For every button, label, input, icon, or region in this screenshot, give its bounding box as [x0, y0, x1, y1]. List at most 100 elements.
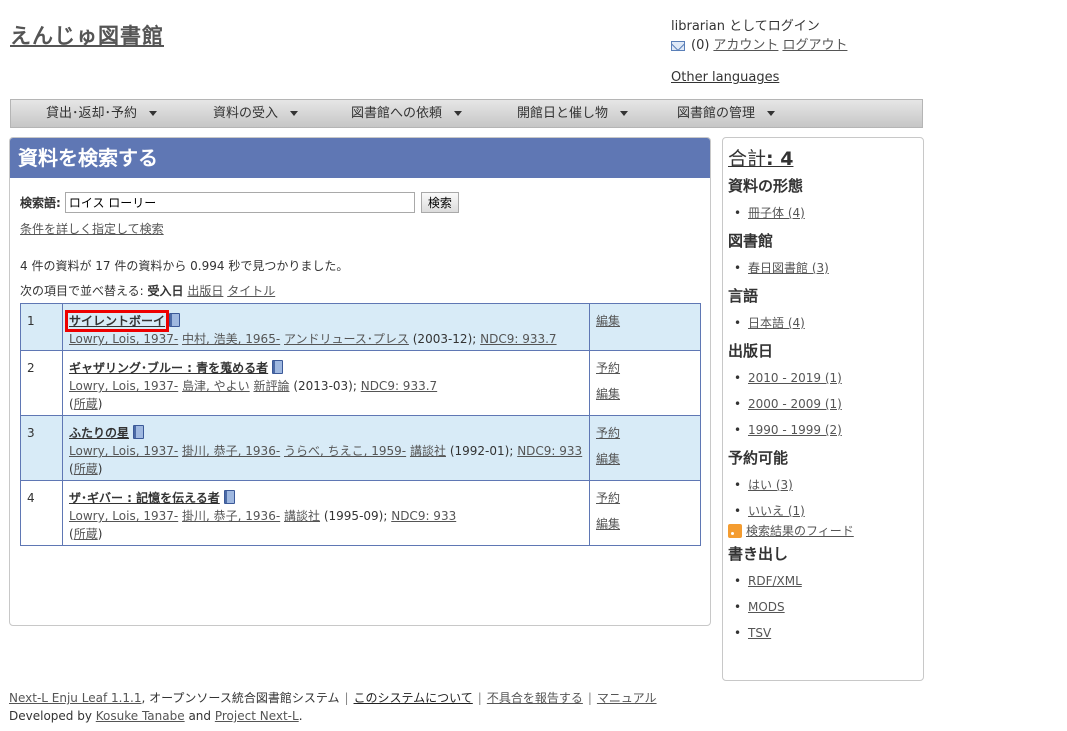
total-count: 合計: 4 [728, 144, 918, 171]
facet-item[interactable]: いいえ (1) [748, 504, 805, 518]
results-table: 1 サイレントボーイ Lowry, Lois, 1937- 中村, 浩美, 19… [20, 303, 701, 546]
facet-heading-library: 図書館 [728, 232, 774, 250]
facet-item[interactable]: 1990 - 1999 (2) [748, 423, 842, 437]
user-box: librarian としてログイン (0) アカウント ログアウト [671, 17, 847, 55]
contributor-link[interactable]: 中村, 浩美, 1965- [182, 332, 280, 346]
facet-item[interactable]: 春日図書館 (3) [748, 261, 829, 275]
holding-link[interactable]: 所蔵 [74, 462, 98, 476]
caret-down-icon [767, 111, 776, 116]
message-count: (0) [691, 38, 710, 53]
author-link[interactable]: Lowry, Lois, 1937- [69, 379, 178, 393]
search-label: 検索語: [20, 196, 61, 210]
facet-list: 冊子体 (4) [728, 204, 918, 222]
export-tsv-link[interactable]: TSV [748, 626, 771, 640]
publisher-link[interactable]: 講談社 [284, 509, 320, 523]
facet-item[interactable]: はい (3) [748, 478, 793, 492]
manual-link[interactable]: マニュアル [597, 691, 657, 705]
facet-item[interactable]: 2010 - 2019 (1) [748, 371, 842, 385]
product-link[interactable]: Next-L Enju Leaf 1.1.1 [9, 691, 142, 705]
row-number: 1 [20, 303, 63, 351]
facet-list: 春日図書館 (3) [728, 259, 918, 277]
actions-cell: 予約 編集 [589, 350, 701, 416]
pub-date: (2003-12) [412, 332, 473, 346]
advanced-search-link[interactable]: 条件を詳しく指定して検索 [20, 220, 164, 237]
edit-link[interactable]: 編集 [596, 312, 695, 330]
record-cell: サイレントボーイ Lowry, Lois, 1937- 中村, 浩美, 1965… [62, 303, 590, 351]
facet-item[interactable]: 冊子体 (4) [748, 206, 805, 220]
export-rdf-link[interactable]: RDF/XML [748, 574, 802, 588]
rss-icon[interactable] [728, 523, 742, 538]
report-bug-link[interactable]: 不具合を報告する [487, 691, 583, 705]
pub-date: (1992-01) [449, 444, 510, 458]
publisher-link[interactable]: アンドリュース･プレス [284, 332, 409, 346]
ndc-link[interactable]: NDC9: 933 [517, 444, 582, 458]
feed-link[interactable]: 検索結果のフィード [746, 522, 854, 539]
account-link[interactable]: アカウント [713, 36, 778, 55]
nav-item-events[interactable]: 開館日と催し物 [517, 100, 677, 127]
contributor-link[interactable]: うらべ, ちえこ, 1959- [284, 444, 406, 458]
actions-cell: 予約 編集 [589, 480, 701, 546]
publisher-link[interactable]: 講談社 [410, 444, 446, 458]
record-cell: ギャザリング･ブルー : 青を蒐める者 Lowry, Lois, 1937- 島… [62, 350, 590, 416]
search-button[interactable]: 検索 [420, 192, 459, 213]
site-title[interactable]: えんじゅ図書館 [10, 20, 164, 50]
about-link[interactable]: このシステムについて [354, 691, 473, 705]
author-link[interactable]: Lowry, Lois, 1937- [69, 444, 178, 458]
edit-link[interactable]: 編集 [596, 450, 695, 468]
book-icon [169, 313, 181, 327]
row-number: 3 [20, 415, 63, 481]
author-link[interactable]: Lowry, Lois, 1937- [69, 509, 178, 523]
holding-link[interactable]: 所蔵 [74, 527, 98, 541]
export-mods-link[interactable]: MODS [748, 600, 785, 614]
ndc-link[interactable]: NDC9: 933.7 [480, 332, 556, 346]
nav-item-circulation[interactable]: 貸出･返却･予約 [46, 100, 213, 127]
book-icon [272, 360, 284, 374]
pub-date: (1995-09) [323, 509, 384, 523]
reserve-link[interactable]: 予約 [596, 359, 695, 377]
author-link[interactable]: Lowry, Lois, 1937- [69, 332, 178, 346]
ndc-link[interactable]: NDC9: 933.7 [361, 379, 437, 393]
logout-link[interactable]: ログアウト [782, 36, 847, 55]
edit-link[interactable]: 編集 [596, 385, 695, 403]
table-row: 1 サイレントボーイ Lowry, Lois, 1937- 中村, 浩美, 19… [20, 303, 701, 351]
project-link[interactable]: Project Next-L [215, 709, 299, 723]
ndc-link[interactable]: NDC9: 933 [391, 509, 456, 523]
facet-list: はい (3) いいえ (1) [728, 476, 918, 520]
sort-options: 次の項目で並べ替える: 受入日 出版日 タイトル [20, 282, 275, 299]
sort-pubdate-link[interactable]: 出版日 [187, 284, 223, 298]
reserve-link[interactable]: 予約 [596, 489, 695, 507]
reserve-link[interactable]: 予約 [596, 424, 695, 442]
facet-item[interactable]: 日本語 (4) [748, 316, 805, 330]
facet-heading-carrier: 資料の形態 [728, 177, 804, 195]
nav-item-acquisition[interactable]: 資料の受入 [213, 100, 351, 127]
export-list: RDF/XML MODS TSV [728, 572, 918, 642]
record-title-link[interactable]: ギャザリング･ブルー : 青を蒐める者 [69, 361, 268, 375]
publisher-link[interactable]: 新評論 [254, 379, 290, 393]
record-title-link[interactable]: サイレントボーイ [64, 310, 170, 332]
total-label: 合計 [728, 148, 767, 170]
sort-label: 次の項目で並べ替える: [20, 284, 144, 298]
sort-title-link[interactable]: タイトル [227, 284, 275, 298]
row-number: 2 [20, 350, 63, 416]
caret-down-icon [290, 111, 299, 116]
actions-cell: 予約 編集 [589, 415, 701, 481]
contributor-link[interactable]: 島津, やよい [182, 379, 250, 393]
contributor-link[interactable]: 掛川, 恭子, 1936- [182, 444, 280, 458]
holding-link[interactable]: 所蔵 [74, 397, 98, 411]
product-desc: , オープンソース統合図書館システム [141, 691, 340, 705]
edit-link[interactable]: 編集 [596, 515, 695, 533]
caret-down-icon [620, 111, 629, 116]
table-row: 2 ギャザリング･ブルー : 青を蒐める者 Lowry, Lois, 1937-… [20, 350, 701, 416]
record-title-link[interactable]: ザ･ギバー : 記憶を伝える者 [69, 491, 220, 505]
search-input[interactable] [64, 192, 415, 213]
nav-item-requests[interactable]: 図書館への依頼 [351, 100, 517, 127]
nav-item-management[interactable]: 図書館の管理 [677, 100, 817, 127]
mail-icon[interactable] [671, 40, 685, 51]
developer-link[interactable]: Kosuke Tanabe [96, 709, 185, 723]
facet-item[interactable]: 2000 - 2009 (1) [748, 397, 842, 411]
record-title-link[interactable]: ふたりの星 [69, 426, 129, 440]
and-text: and [188, 709, 212, 723]
other-languages-link[interactable]: Other languages [671, 70, 779, 85]
nav-label: 図書館の管理 [677, 106, 756, 121]
contributor-link[interactable]: 掛川, 恭子, 1936- [182, 509, 280, 523]
